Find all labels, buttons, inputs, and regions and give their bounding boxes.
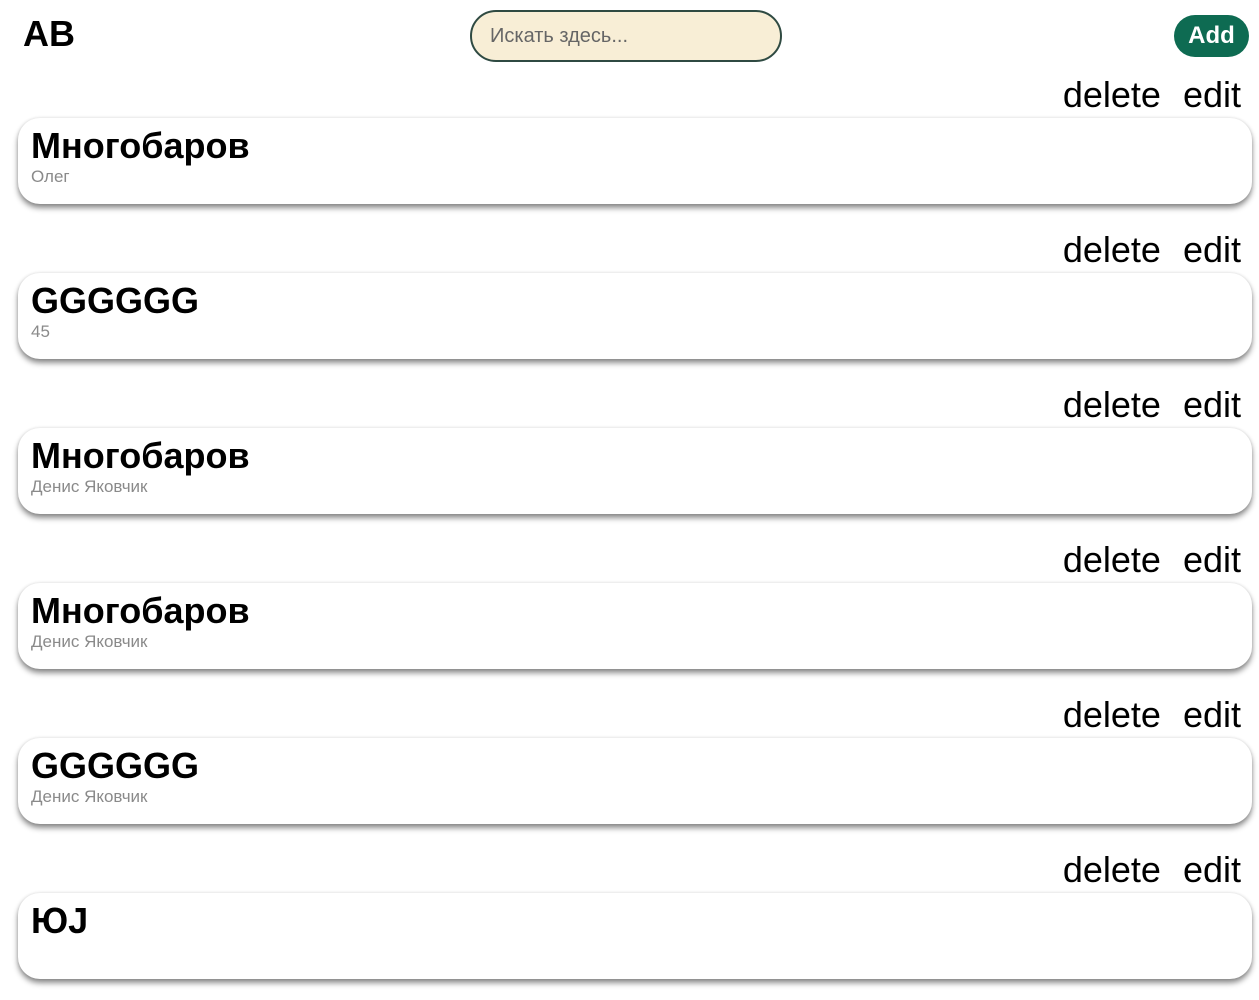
- search-input[interactable]: [470, 10, 782, 62]
- contact-card[interactable]: Многобаров Олег: [18, 118, 1252, 204]
- card-subtitle: Олег: [31, 167, 70, 186]
- header: AB Add: [0, 0, 1259, 70]
- item-actions: delete edit: [1041, 230, 1241, 270]
- item-actions: delete edit: [1041, 385, 1241, 425]
- item-actions: delete edit: [1041, 540, 1241, 580]
- edit-button[interactable]: edit: [1183, 694, 1241, 735]
- edit-button[interactable]: edit: [1183, 74, 1241, 115]
- delete-button[interactable]: delete: [1063, 384, 1161, 425]
- card-title: ЮЈ: [31, 900, 89, 941]
- contact-card[interactable]: GGGGGG Денис Яковчик: [18, 738, 1252, 824]
- item-actions: delete edit: [1041, 75, 1241, 115]
- card-title: Многобаров: [31, 590, 250, 631]
- card-subtitle: Денис Яковчик: [31, 477, 148, 496]
- delete-button[interactable]: delete: [1063, 74, 1161, 115]
- delete-button[interactable]: delete: [1063, 229, 1161, 270]
- list-item: delete edit Многобаров Денис Яковчик: [0, 535, 1259, 690]
- list-item: delete edit GGGGGG Денис Яковчик: [0, 690, 1259, 845]
- add-button[interactable]: Add: [1174, 15, 1249, 57]
- list-item: delete edit ЮЈ: [0, 845, 1259, 1000]
- edit-button[interactable]: edit: [1183, 849, 1241, 890]
- contact-card[interactable]: GGGGGG 45: [18, 273, 1252, 359]
- card-title: GGGGGG: [31, 280, 200, 321]
- delete-button[interactable]: delete: [1063, 694, 1161, 735]
- card-title: Многобаров: [31, 125, 250, 166]
- edit-button[interactable]: edit: [1183, 229, 1241, 270]
- edit-button[interactable]: edit: [1183, 539, 1241, 580]
- list-item: delete edit Многобаров Денис Яковчик: [0, 380, 1259, 535]
- delete-button[interactable]: delete: [1063, 849, 1161, 890]
- item-actions: delete edit: [1041, 695, 1241, 735]
- list-item: delete edit GGGGGG 45: [0, 225, 1259, 380]
- contact-card[interactable]: ЮЈ: [18, 893, 1252, 979]
- delete-button[interactable]: delete: [1063, 539, 1161, 580]
- item-actions: delete edit: [1041, 850, 1241, 890]
- card-title: GGGGGG: [31, 745, 200, 786]
- card-subtitle: 45: [31, 322, 50, 341]
- card-subtitle: Денис Яковчик: [31, 632, 148, 651]
- card-subtitle: Денис Яковчик: [31, 787, 148, 806]
- card-title: Многобаров: [31, 435, 250, 476]
- app-logo: AB: [23, 13, 75, 54]
- contact-card[interactable]: Многобаров Денис Яковчик: [18, 428, 1252, 514]
- edit-button[interactable]: edit: [1183, 384, 1241, 425]
- list-item: delete edit Многобаров Олег: [0, 70, 1259, 225]
- contact-list: delete edit Многобаров Олег delete edit GG…: [0, 70, 1259, 1000]
- contact-card[interactable]: Многобаров Денис Яковчик: [18, 583, 1252, 669]
